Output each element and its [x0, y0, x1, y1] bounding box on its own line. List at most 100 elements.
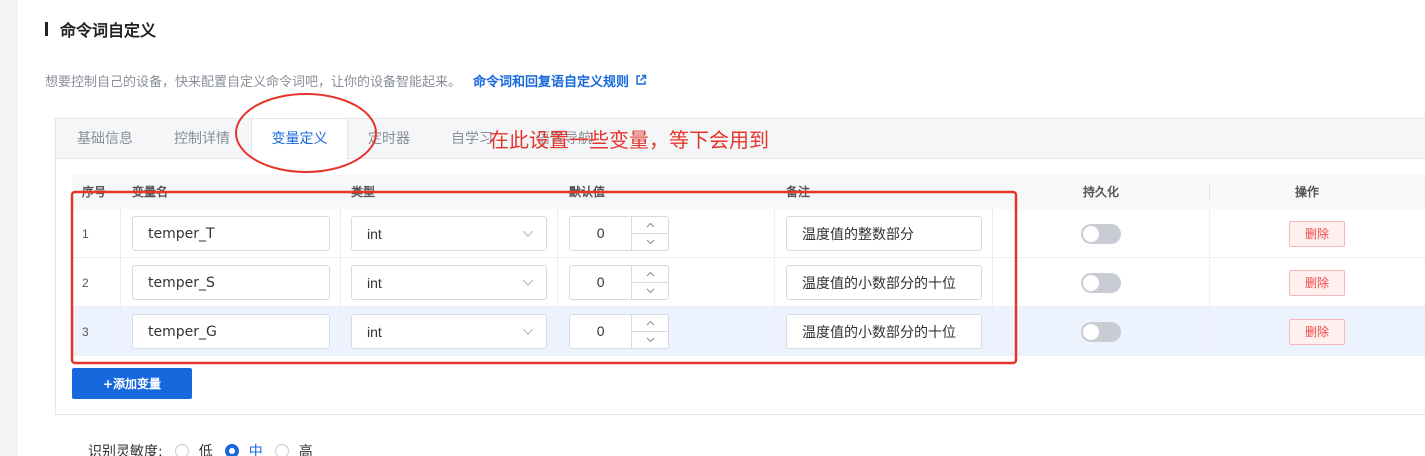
- sensitivity-row: 识别灵敏度: 低 中 高: [88, 441, 313, 456]
- rule-link[interactable]: 命令词和回复语自定义规则: [473, 71, 647, 90]
- default-value[interactable]: 0: [570, 266, 633, 299]
- column-divider: [992, 307, 993, 356]
- col-persist-header: 持久化: [1082, 185, 1119, 199]
- column-divider: [120, 307, 121, 356]
- persist-toggle[interactable]: [1081, 321, 1121, 342]
- column-divider: [1209, 209, 1210, 258]
- table-row: 1 temper_T int 0 温度值的整数部分 删除: [72, 209, 1425, 258]
- chevron-down-icon: [646, 337, 655, 343]
- chevron-down-icon: [522, 230, 534, 237]
- type-select[interactable]: int: [351, 216, 547, 251]
- header-divider: [1209, 183, 1210, 201]
- decrement-button[interactable]: [632, 283, 668, 299]
- radio-medium[interactable]: [224, 444, 239, 456]
- tab-basic-info[interactable]: 基础信息: [77, 119, 133, 159]
- type-select-value: int: [367, 225, 382, 242]
- default-value-stepper[interactable]: 0: [569, 314, 669, 349]
- delete-button[interactable]: 删除: [1289, 269, 1345, 296]
- radio-medium-label[interactable]: 中: [249, 441, 263, 456]
- note-input[interactable]: 温度值的小数部分的十位: [786, 314, 982, 349]
- table-header: 序号 变量名 类型 默认值 备注 持久化 操作: [72, 175, 1425, 209]
- tab-control-details[interactable]: 控制详情: [174, 119, 230, 159]
- decrement-button[interactable]: [632, 234, 668, 250]
- chevron-up-icon: [646, 320, 655, 326]
- section-title: 命令词自定义: [60, 21, 157, 40]
- column-divider: [120, 209, 121, 258]
- radio-low[interactable]: [174, 444, 189, 456]
- rule-link-label: 命令词和回复语自定义规则: [473, 74, 630, 90]
- note-input[interactable]: 温度值的小数部分的十位: [786, 265, 982, 300]
- radio-high[interactable]: [274, 444, 289, 456]
- persist-toggle[interactable]: [1081, 223, 1121, 244]
- section-header: 命令词自定义: [45, 18, 156, 40]
- col-type-header: 类型: [351, 185, 376, 199]
- tab-variable-definition[interactable]: 变量定义: [251, 119, 348, 160]
- col-action-header: 操作: [1294, 185, 1319, 199]
- increment-button[interactable]: [632, 217, 668, 234]
- chevron-down-icon: [646, 239, 655, 245]
- col-note-header: 备注: [786, 185, 811, 199]
- column-divider: [774, 209, 775, 258]
- increment-button[interactable]: [632, 266, 668, 283]
- type-select-value: int: [367, 274, 382, 291]
- section-marker: [45, 22, 48, 36]
- column-divider: [774, 307, 775, 356]
- table-row: 3 temper_G int 0 温度值的小数部分的十位 删除: [72, 307, 1425, 356]
- increment-button[interactable]: [632, 315, 668, 332]
- tab-timer[interactable]: 定时器: [368, 119, 410, 159]
- column-divider: [774, 258, 775, 307]
- col-default-header: 默认值: [569, 185, 606, 199]
- default-value-stepper[interactable]: 0: [569, 265, 669, 300]
- column-divider: [557, 307, 558, 356]
- col-index-header: 序号: [82, 185, 107, 199]
- persist-toggle[interactable]: [1081, 272, 1121, 293]
- table-row: 2 temper_S int 0 温度值的小数部分的十位 删除: [72, 258, 1425, 307]
- variable-name-input[interactable]: temper_G: [132, 314, 330, 349]
- default-value-stepper[interactable]: 0: [569, 216, 669, 251]
- column-divider: [557, 209, 558, 258]
- column-divider: [1209, 307, 1210, 356]
- description-row: 想要控制自己的设备，快来配置自定义命令词吧，让你的设备智能起来。 命令词和回复语…: [45, 70, 647, 90]
- row-index: 2: [82, 275, 89, 290]
- variable-name-input[interactable]: temper_S: [132, 265, 330, 300]
- add-variable-button[interactable]: +添加变量: [72, 368, 192, 399]
- default-value[interactable]: 0: [570, 217, 633, 250]
- chevron-down-icon: [522, 279, 534, 286]
- delete-button[interactable]: 删除: [1289, 220, 1345, 247]
- column-divider: [120, 258, 121, 307]
- annotation-text: 在此设置一些变量，等下会用到: [489, 128, 769, 152]
- type-select[interactable]: int: [351, 265, 547, 300]
- tab-self-learning[interactable]: 自学习: [451, 119, 493, 159]
- external-link-icon: [636, 74, 647, 85]
- type-select[interactable]: int: [351, 314, 547, 349]
- type-select-value: int: [367, 323, 382, 340]
- radio-low-label[interactable]: 低: [199, 441, 213, 456]
- variable-panel: 基础信息 控制详情 变量定义 定时器 自学习 语音导航 序号 变量名 类型 默认…: [55, 118, 1425, 415]
- column-divider: [340, 307, 341, 356]
- column-divider: [992, 209, 993, 258]
- radio-high-label[interactable]: 高: [299, 441, 313, 456]
- col-name-header: 变量名: [132, 185, 169, 199]
- toggle-knob: [1083, 323, 1099, 340]
- decrement-button[interactable]: [632, 332, 668, 348]
- column-divider: [340, 209, 341, 258]
- row-index: 1: [82, 226, 89, 241]
- variable-name-input[interactable]: temper_T: [132, 216, 330, 251]
- column-divider: [1209, 258, 1210, 307]
- chevron-up-icon: [646, 271, 655, 277]
- column-divider: [340, 258, 341, 307]
- note-input[interactable]: 温度值的整数部分: [786, 216, 982, 251]
- delete-button[interactable]: 删除: [1289, 318, 1345, 345]
- chevron-down-icon: [646, 288, 655, 294]
- default-value[interactable]: 0: [570, 315, 633, 348]
- toggle-knob: [1083, 274, 1099, 291]
- chevron-up-icon: [646, 222, 655, 228]
- row-index: 3: [82, 324, 89, 339]
- column-divider: [992, 258, 993, 307]
- toggle-knob: [1083, 225, 1099, 242]
- column-divider: [557, 258, 558, 307]
- sensitivity-label: 识别灵敏度:: [88, 444, 163, 456]
- chevron-down-icon: [522, 328, 534, 335]
- left-gutter: [0, 0, 18, 456]
- section-description: 想要控制自己的设备，快来配置自定义命令词吧，让你的设备智能起来。: [45, 74, 462, 90]
